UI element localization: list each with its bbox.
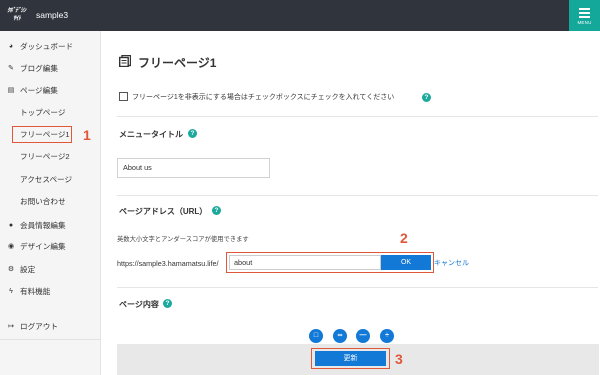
- sidebar-item-label: 有料機能: [20, 287, 51, 296]
- menu-label: MENU: [577, 20, 592, 25]
- section-divider: [117, 116, 598, 117]
- top-bar: ｸﾎﾞﾃﾞｼﾝ ｻｲﾄ sample3 MENU: [0, 0, 600, 31]
- pages-icon: [119, 55, 131, 67]
- menu-title-heading: メニュータイトル: [119, 130, 183, 139]
- sidebar-item-member[interactable]: ● 会員情報編集: [0, 216, 101, 236]
- highlight-box-free1: [12, 126, 72, 143]
- sidebar-item-label: ページ編集: [20, 86, 58, 95]
- link-tool-icon[interactable]: ∞: [333, 329, 347, 343]
- help-icon[interactable]: ?: [422, 93, 431, 102]
- site-logo[interactable]: ｸﾎﾞﾃﾞｼﾝ ｻｲﾄ: [7, 7, 32, 23]
- hamburger-icon: [579, 8, 590, 20]
- main-content: フリーページ1 フリーページ1を非表示にする場合はチェックボックスにチェックを入…: [102, 31, 600, 375]
- sidebar-subitem-access[interactable]: アクセスページ: [20, 171, 72, 189]
- sidebar-subitem-contact[interactable]: お問い合わせ: [20, 193, 66, 211]
- hide-page-checkbox-label: フリーページ1を非表示にする場合はチェックボックスにチェックを入れてください: [132, 94, 395, 101]
- help-icon[interactable]: ?: [212, 206, 221, 215]
- sidebar-item-dashboard[interactable]: ◕ ダッシュボード: [0, 37, 101, 57]
- square-tool-icon[interactable]: □: [309, 329, 323, 343]
- help-icon[interactable]: ?: [163, 299, 172, 308]
- bolt-icon: ϟ: [9, 288, 13, 295]
- sidebar-item-pages[interactable]: ▤ ページ編集: [0, 81, 101, 101]
- section-divider: [117, 195, 598, 196]
- logout-icon: ↦: [8, 323, 14, 330]
- sidebar-item-label: ログアウト: [20, 322, 58, 331]
- annotation-number-1: 1: [83, 127, 91, 143]
- sidebar-item-label: デザイン編集: [20, 242, 66, 251]
- pages-icon: ▤: [7, 87, 15, 94]
- url-prefix: https://sample3.hamamatsu.life/: [117, 259, 219, 268]
- palette-icon: ◉: [7, 243, 15, 250]
- gear-icon: ⚙: [7, 266, 15, 273]
- logo-text-2: ｻｲﾄ: [13, 16, 21, 22]
- hide-page-checkbox[interactable]: [119, 92, 128, 101]
- ok-button[interactable]: OK: [381, 255, 431, 270]
- sidebar-subitem-top[interactable]: トップページ: [20, 104, 65, 122]
- sidebar-item-design[interactable]: ◉ デザイン編集: [0, 237, 101, 257]
- sidebar-item-settings[interactable]: ⚙ 設定: [0, 260, 101, 280]
- sidebar-item-logout[interactable]: ↦ ログアウト: [0, 317, 101, 337]
- help-icon[interactable]: ?: [188, 129, 197, 138]
- sidebar-divider: [0, 339, 101, 340]
- url-slug-input[interactable]: about: [229, 255, 381, 270]
- page-content-heading: ページ内容: [119, 300, 159, 309]
- sidebar-item-label: 会員情報編集: [20, 221, 66, 230]
- divide-tool-icon[interactable]: ÷: [380, 329, 394, 343]
- pencil-icon: ✎: [8, 65, 14, 72]
- annotation-number-3: 3: [395, 351, 403, 367]
- user-icon: ●: [8, 222, 14, 229]
- sidebar-item-paid[interactable]: ϟ 有料機能: [0, 282, 101, 302]
- site-name[interactable]: sample3: [36, 10, 68, 20]
- sidebar: ◕ ダッシュボード ✎ ブログ編集 ▤ ページ編集 トップページ フリーページ1…: [0, 31, 101, 375]
- cancel-link[interactable]: キャンセル: [434, 258, 469, 268]
- update-button[interactable]: 更新: [315, 351, 386, 366]
- page-title: フリーページ1: [138, 56, 217, 70]
- sidebar-item-label: ダッシュボード: [20, 42, 74, 51]
- menu-button[interactable]: MENU: [569, 0, 600, 31]
- sidebar-item-label: 設定: [20, 265, 36, 274]
- sidebar-subitem-free2[interactable]: フリーページ2: [20, 148, 70, 166]
- address-note: 英数大小文字とアンダースコアが使用できます: [117, 236, 249, 243]
- logo-text-1: ｸﾎﾞﾃﾞｼﾝ: [7, 8, 26, 14]
- page-address-heading: ページアドレス（URL）: [119, 207, 208, 216]
- minus-tool-icon[interactable]: —: [356, 329, 370, 343]
- sidebar-item-blog[interactable]: ✎ ブログ編集: [0, 59, 101, 79]
- gauge-icon: ◕: [8, 43, 14, 50]
- annotation-number-2: 2: [400, 230, 408, 246]
- section-divider: [117, 287, 598, 288]
- menu-title-input[interactable]: About us: [117, 158, 270, 178]
- sidebar-item-label: ブログ編集: [20, 64, 58, 73]
